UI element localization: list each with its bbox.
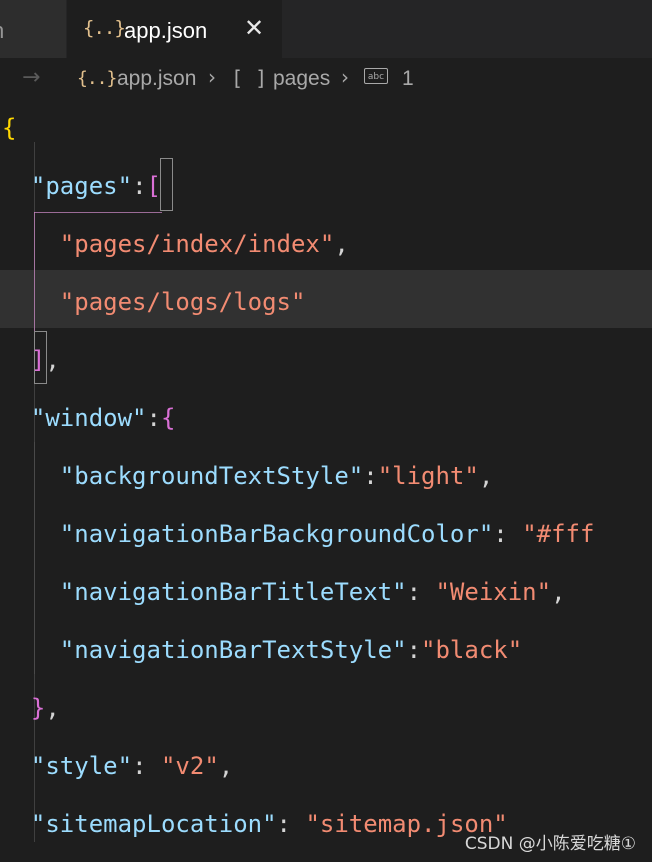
code-line[interactable]: "backgroundTextStyle":"light", (2, 447, 494, 505)
code-line[interactable]: "navigationBarTitleText": "Weixin", (2, 563, 566, 621)
tab-previous[interactable]: n (0, 0, 67, 58)
code-line[interactable]: "window":{ (2, 389, 176, 447)
code-token: { (160, 404, 176, 432)
code-token: : (406, 636, 422, 664)
code-line[interactable]: "navigationBarTextStyle":"black" (2, 621, 522, 679)
chevron-right-icon: › (208, 65, 216, 89)
code-token: "style" (30, 752, 133, 780)
code-token: "v2" (160, 752, 219, 780)
code-line[interactable]: "pages/logs/logs" (2, 273, 306, 331)
matching-bracket-highlight (160, 158, 173, 211)
breadcrumb-item-pages[interactable]: pages (273, 67, 330, 91)
array-symbol-icon: [ ] (231, 66, 268, 90)
json-file-icon: {..} (83, 17, 126, 39)
breadcrumb-item-file[interactable]: app.json (117, 67, 196, 91)
code-token: "sitemapLocation" (30, 810, 277, 838)
editor-tab-bar: n {..} app.json ✕ (0, 0, 652, 58)
code-token: : (493, 520, 523, 548)
code-line[interactable]: { (2, 102, 16, 157)
code-token: "black" (421, 636, 523, 664)
string-symbol-icon: abc (364, 68, 388, 84)
code-token: , (478, 462, 494, 490)
code-token: "pages/index/index" (59, 230, 335, 258)
close-icon[interactable]: ✕ (239, 13, 269, 43)
code-line[interactable]: }, (2, 679, 60, 737)
tab-app-json[interactable]: {..} app.json ✕ (67, 0, 282, 58)
code-token: ] (30, 346, 46, 374)
code-token: "light" (377, 462, 479, 490)
code-token: "pages" (30, 172, 133, 200)
code-token: : (132, 172, 147, 200)
code-line[interactable]: ], (2, 331, 60, 389)
code-token: , (45, 346, 60, 374)
code-token: "navigationBarBackgroundColor" (59, 520, 494, 548)
code-token: : (132, 752, 161, 780)
code-token: : (146, 404, 161, 432)
code-line[interactable]: "pages":[ (2, 157, 161, 215)
breadcrumb: → {..} app.json › [ ] pages › abc 1 (0, 58, 652, 102)
code-token: "pages/logs/logs" (59, 288, 306, 316)
code-token: : (406, 578, 436, 606)
code-token: "backgroundTextStyle" (59, 462, 364, 490)
code-line[interactable]: "navigationBarBackgroundColor": "#fff (2, 505, 595, 563)
code-token: } (30, 694, 46, 722)
code-token: { (2, 114, 17, 142)
code-line[interactable]: "sitemapLocation": "sitemap.json" (2, 795, 508, 853)
watermark: CSDN @小陈爱吃糖① (464, 834, 636, 854)
code-token: [ (146, 172, 161, 200)
code-token: , (551, 578, 566, 606)
code-token: "Weixin" (435, 578, 552, 606)
json-file-icon: {..} (77, 68, 117, 89)
code-token: , (334, 230, 349, 258)
breadcrumb-item-index[interactable]: 1 (402, 67, 414, 91)
tab-app-json-label: app.json (124, 18, 208, 43)
code-token: "navigationBarTitleText" (59, 578, 407, 606)
code-token: "window" (30, 404, 147, 432)
tab-previous-label: n (0, 18, 4, 44)
code-token: "navigationBarTextStyle" (59, 636, 407, 664)
code-token: : (276, 810, 306, 838)
code-line[interactable]: "pages/index/index", (2, 215, 349, 273)
code-token: : (363, 462, 378, 490)
code-token: , (45, 694, 60, 722)
code-editor[interactable]: { "pages":[ "pages/index/index", "pages/… (0, 102, 652, 862)
code-line[interactable]: "style": "v2", (2, 737, 233, 795)
chevron-right-icon: › (341, 65, 349, 89)
code-token: , (218, 752, 234, 780)
code-token: "#fff (522, 520, 595, 548)
arrow-right-icon: → (22, 65, 41, 90)
